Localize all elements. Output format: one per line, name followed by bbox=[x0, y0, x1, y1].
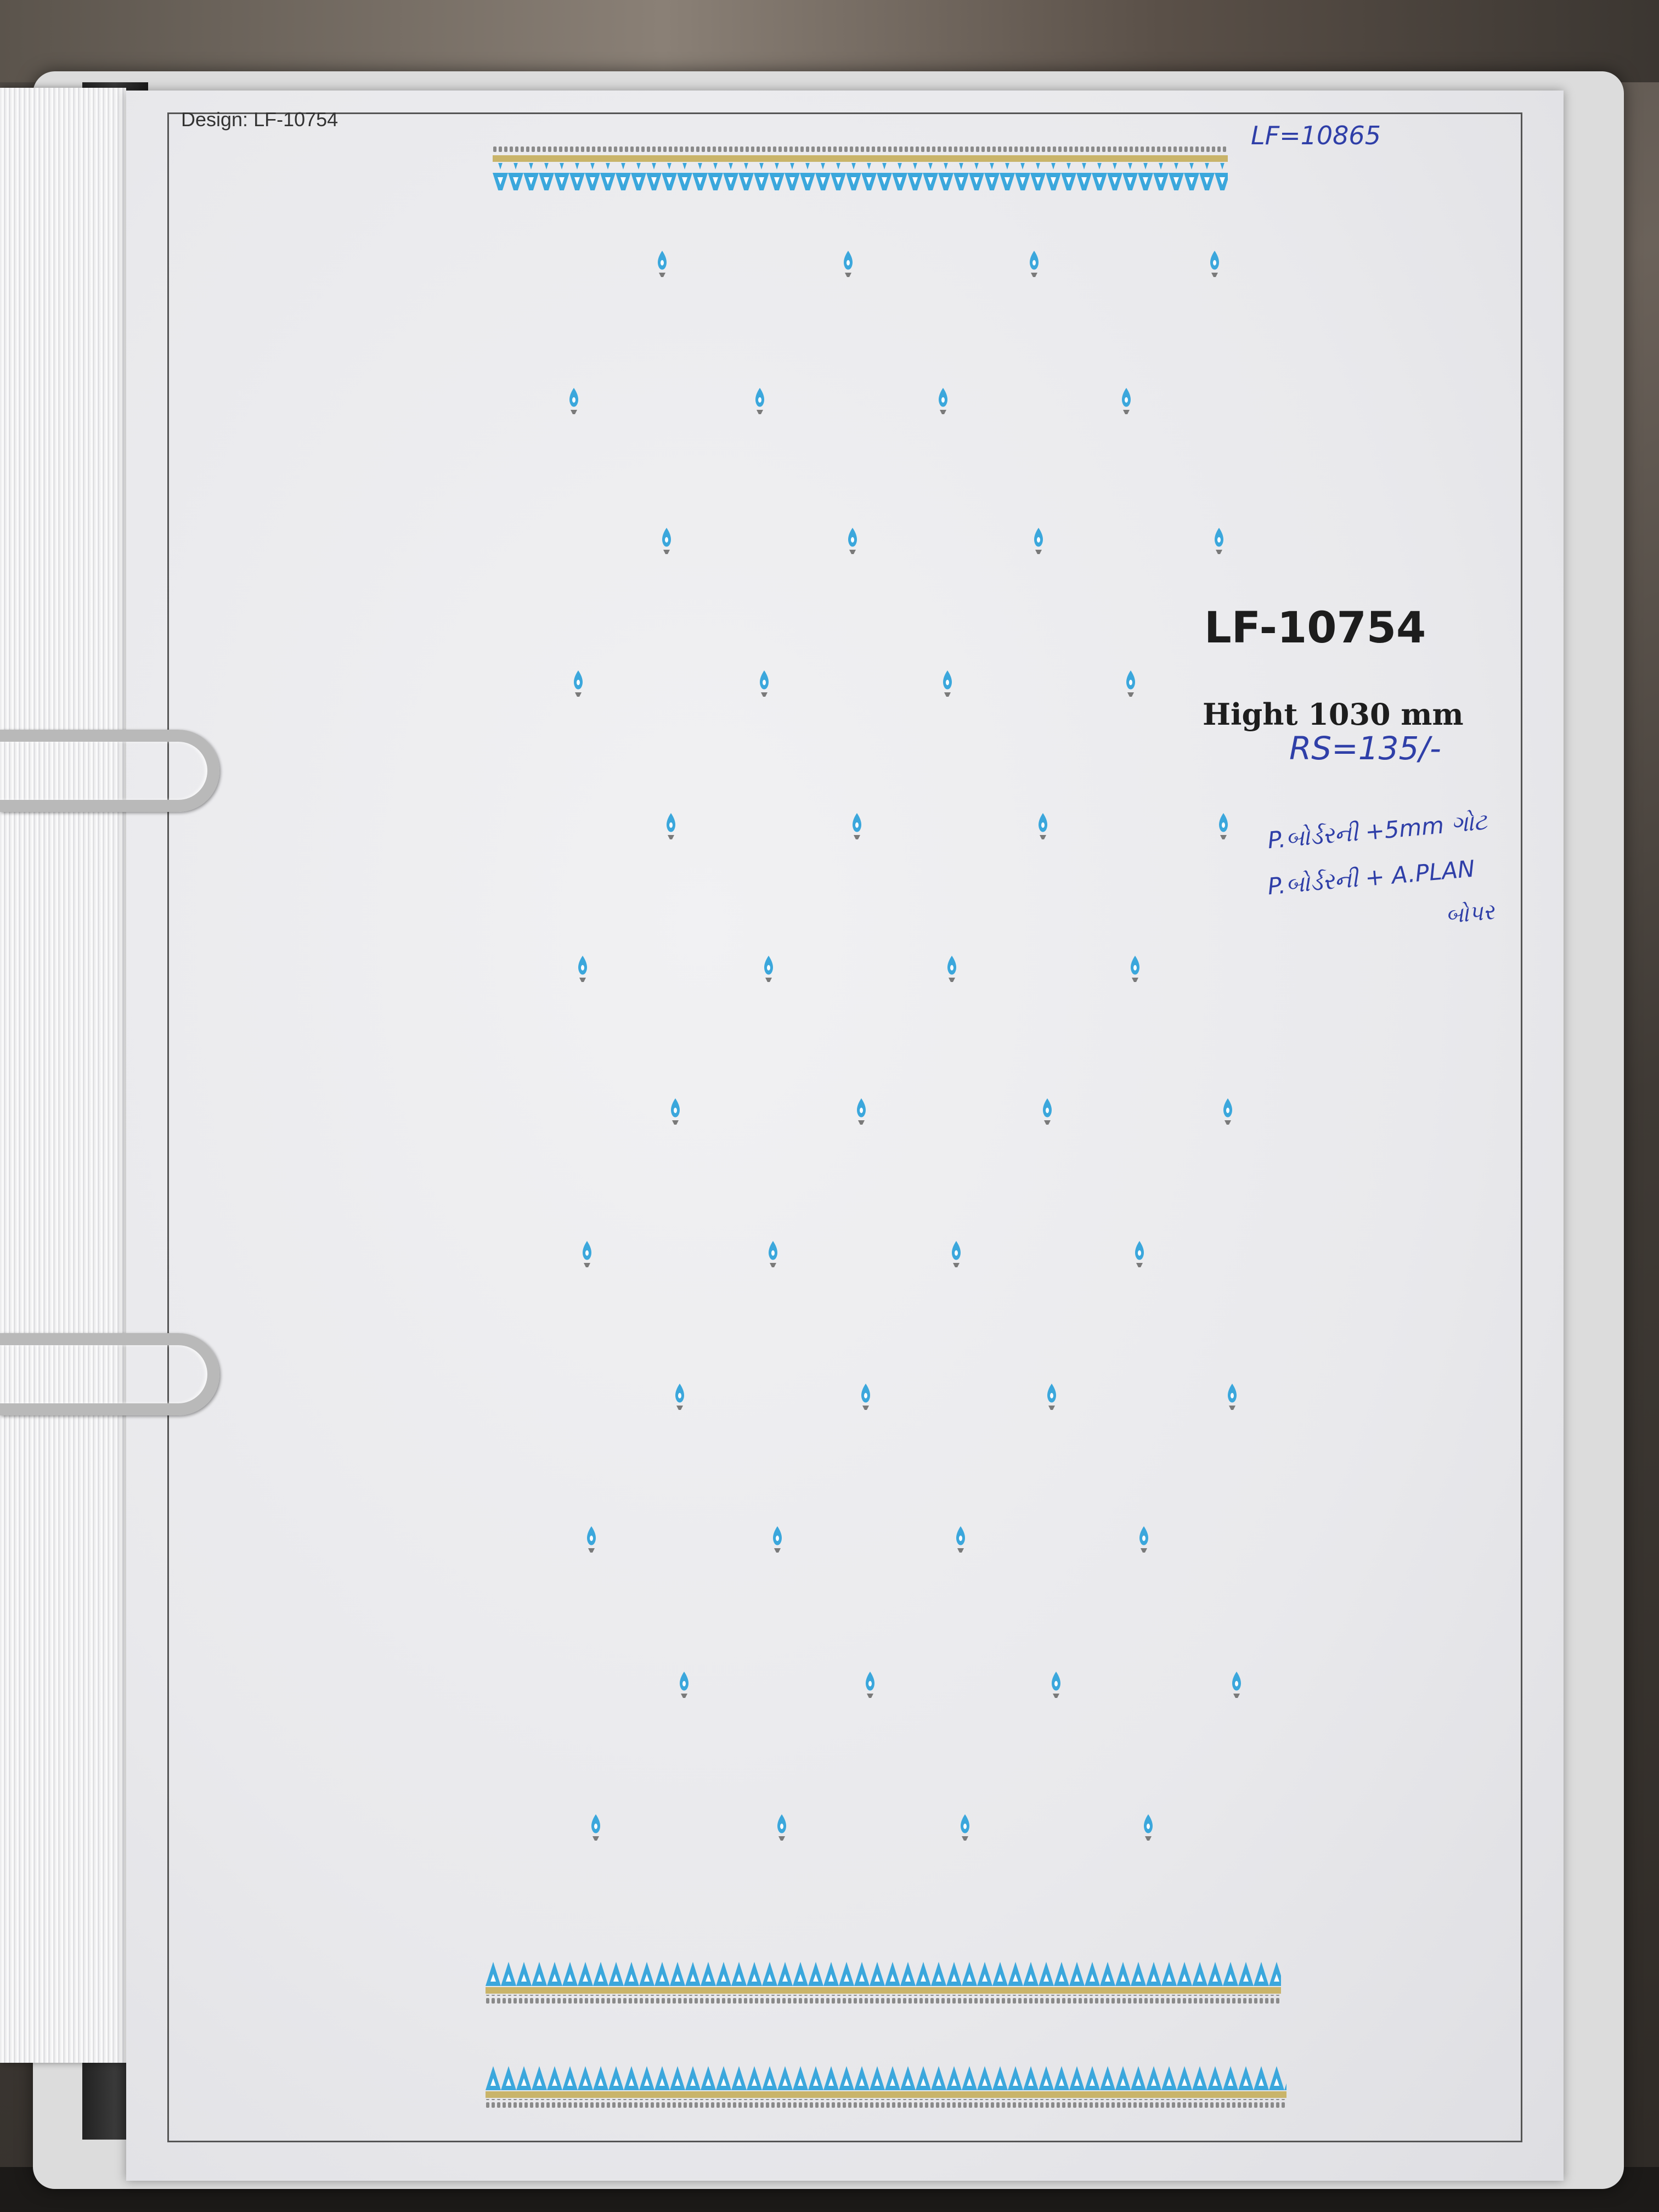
butta-motif-icon bbox=[1030, 251, 1039, 277]
butta-motif-icon bbox=[943, 670, 952, 697]
butta-motif-icon bbox=[574, 670, 583, 697]
page-stack bbox=[0, 88, 126, 2063]
bottom-border-pattern-2-icon bbox=[486, 2063, 1286, 2108]
butta-motif-icon bbox=[1232, 1672, 1241, 1698]
butta-motif-icon bbox=[760, 670, 769, 697]
butta-motif-icon bbox=[1131, 956, 1139, 982]
butta-motif-icon bbox=[947, 956, 956, 982]
butta-motif-icon bbox=[939, 388, 947, 414]
butta-motif-icon bbox=[662, 528, 671, 554]
butta-motif-icon bbox=[961, 1814, 969, 1841]
handwritten-note-3: બોપર bbox=[1444, 899, 1496, 929]
design-label: Design: LF-10754 bbox=[181, 108, 338, 131]
height-note: Hight 1030 mm bbox=[1203, 697, 1464, 732]
handwritten-rate: RS=135/- bbox=[1289, 730, 1441, 767]
butta-motif-icon bbox=[1139, 1526, 1148, 1553]
butta-motif-icon bbox=[578, 956, 587, 982]
butta-motif-icon bbox=[952, 1241, 961, 1267]
butta-motif-icon bbox=[1039, 813, 1047, 839]
butta-motif-icon bbox=[1043, 1098, 1052, 1125]
binder-ring-icon bbox=[0, 1333, 219, 1415]
butta-motif-icon bbox=[1052, 1672, 1060, 1698]
butta-motif-icon bbox=[956, 1526, 965, 1553]
handwritten-reference: LF=10865 bbox=[1251, 121, 1381, 150]
butta-motif-icon bbox=[1144, 1814, 1153, 1841]
bottom-border-pattern-icon bbox=[486, 1959, 1281, 2004]
design-title: LF-10754 bbox=[1204, 603, 1426, 653]
butta-motif-icon bbox=[1034, 528, 1043, 554]
butta-motif-icon bbox=[569, 388, 578, 414]
butta-motif-icon bbox=[769, 1241, 777, 1267]
butta-motif-icon bbox=[1223, 1098, 1232, 1125]
butta-motif-icon bbox=[667, 813, 675, 839]
butta-motif-icon bbox=[848, 528, 857, 554]
butta-motif-icon bbox=[1135, 1241, 1144, 1267]
butta-motif-icon bbox=[591, 1814, 600, 1841]
butta-motif-icon bbox=[583, 1241, 591, 1267]
butta-motif-icon bbox=[853, 813, 861, 839]
butta-motif-icon bbox=[1219, 813, 1228, 839]
butta-motif-icon bbox=[1228, 1384, 1237, 1410]
butta-motif-icon bbox=[844, 251, 853, 277]
butta-motif-icon bbox=[866, 1672, 874, 1698]
top-border-pattern-icon bbox=[493, 145, 1228, 190]
butta-motif-icon bbox=[764, 956, 773, 982]
butta-motif-icon bbox=[675, 1384, 684, 1410]
desk-background bbox=[0, 0, 1659, 82]
butta-motif-icon bbox=[658, 251, 667, 277]
butta-motif-icon bbox=[861, 1384, 870, 1410]
sheet-frame bbox=[167, 112, 1522, 2142]
butta-motif-icon bbox=[1210, 251, 1219, 277]
butta-motif-icon bbox=[1126, 670, 1135, 697]
butta-motif-icon bbox=[755, 388, 764, 414]
butta-motif-icon bbox=[857, 1098, 866, 1125]
butta-motif-icon bbox=[1122, 388, 1131, 414]
butta-motif-icon bbox=[773, 1526, 782, 1553]
design-sheet: Design: LF-10754 LF-10754 Hight 1030 mm … bbox=[126, 91, 1564, 2181]
butta-motif-icon bbox=[671, 1098, 680, 1125]
butta-motif-icon bbox=[680, 1672, 689, 1698]
butta-motif-icon bbox=[1047, 1384, 1056, 1410]
butta-motif-icon bbox=[777, 1814, 786, 1841]
butta-motif-icon bbox=[1215, 528, 1223, 554]
binder-ring-icon bbox=[0, 730, 219, 812]
butta-motif-icon bbox=[587, 1526, 596, 1553]
